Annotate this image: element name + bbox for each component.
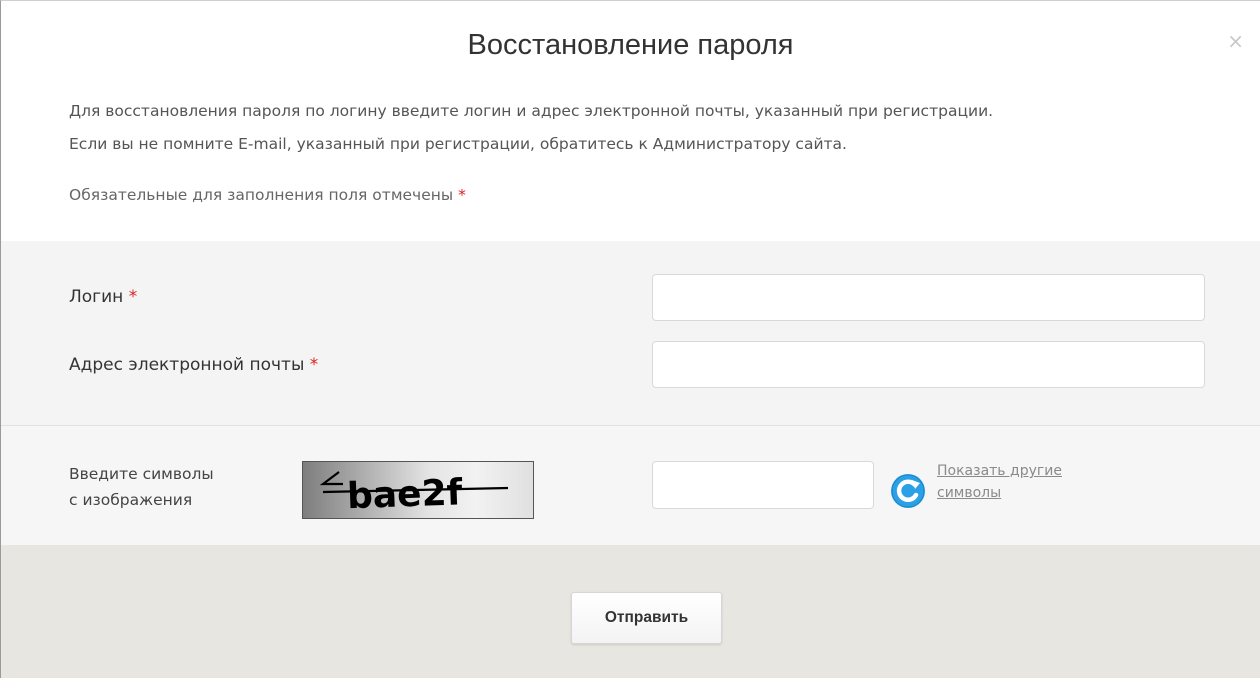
dialog-title: Восстановление пароля bbox=[467, 29, 794, 61]
refresh-icon[interactable] bbox=[890, 473, 926, 509]
submit-button[interactable]: Отправить bbox=[571, 592, 722, 644]
captcha-label: Введите символы с изображения bbox=[69, 461, 214, 513]
captcha-label-line-2: с изображения bbox=[69, 491, 193, 509]
email-label: Адрес электронной почты * bbox=[69, 355, 318, 375]
captcha-text: bae2f bbox=[346, 472, 463, 517]
email-input[interactable] bbox=[652, 341, 1205, 388]
login-input[interactable] bbox=[652, 274, 1205, 321]
captcha-image: bae2f bbox=[302, 461, 534, 519]
intro-text: Для восстановления пароля по логину введ… bbox=[69, 95, 1209, 161]
login-label: Логин * bbox=[69, 287, 137, 307]
close-icon[interactable]: × bbox=[1227, 31, 1244, 51]
captcha-input[interactable] bbox=[652, 461, 874, 509]
dialog-footer: Отправить bbox=[1, 545, 1260, 678]
fields-section: Логин * Адрес электронной почты * bbox=[1, 241, 1260, 426]
show-other-symbols-link[interactable]: Показать другие символы bbox=[937, 460, 1107, 504]
login-required-star: * bbox=[128, 287, 138, 307]
email-required-star: * bbox=[309, 355, 319, 375]
login-label-text: Логин bbox=[69, 287, 124, 307]
refresh-link-line-2: символы bbox=[937, 485, 1002, 501]
required-star: * bbox=[458, 186, 466, 204]
intro-line-2: Если вы не помните E-mail, указанный при… bbox=[69, 135, 847, 153]
refresh-link-line-1: Показать другие bbox=[937, 463, 1062, 479]
password-recovery-dialog: Восстановление пароля × Для восстановлен… bbox=[0, 0, 1260, 678]
intro-line-1: Для восстановления пароля по логину введ… bbox=[69, 102, 994, 120]
required-fields-note: Обязательные для заполнения поля отмечен… bbox=[69, 186, 466, 204]
captcha-label-line-1: Введите символы bbox=[69, 465, 214, 483]
captcha-section: Введите символы с изображения bae2f Пока… bbox=[1, 426, 1260, 545]
email-label-text: Адрес электронной почты bbox=[69, 355, 305, 375]
required-note-text: Обязательные для заполнения поля отмечен… bbox=[69, 186, 454, 204]
